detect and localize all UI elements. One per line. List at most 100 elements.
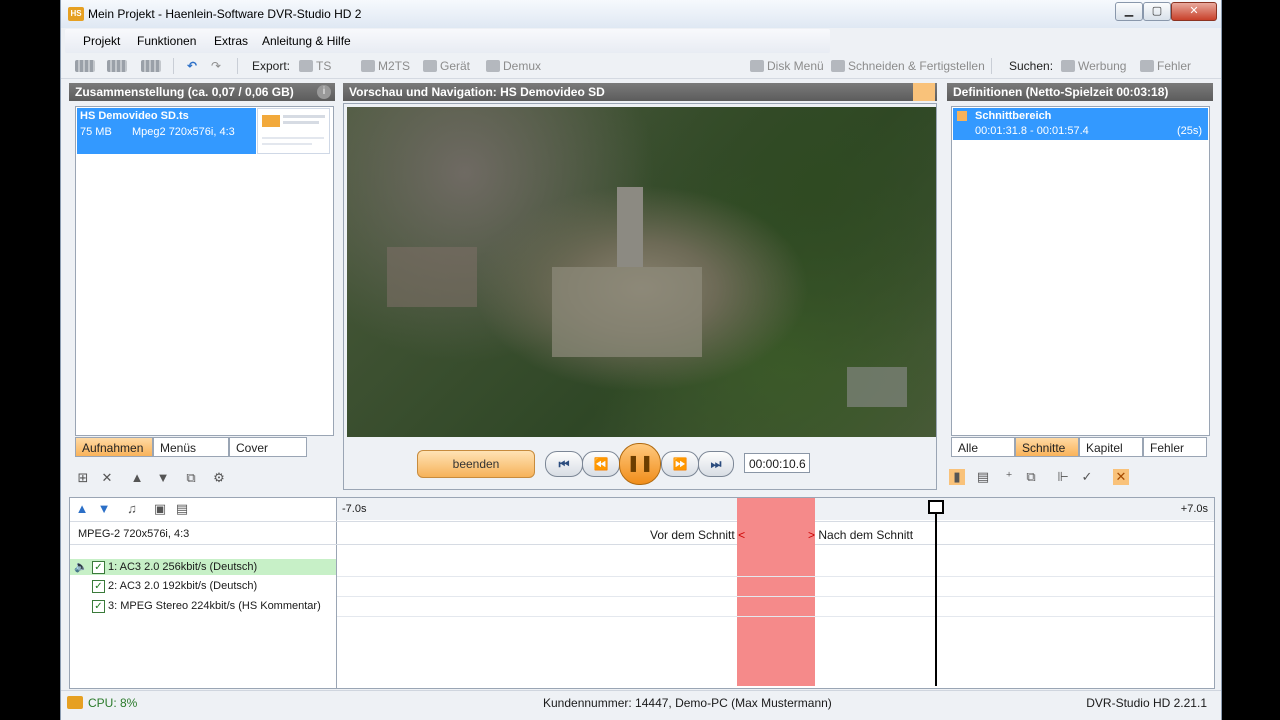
search-label: Suchen: (1009, 59, 1054, 73)
join-icon[interactable]: ⚙ (211, 470, 227, 486)
status-bar: CPU: 8% Kundennummer: 14447, Demo-PC (Ma… (61, 690, 1221, 715)
scissors-icon (831, 60, 845, 72)
search-fehler-button[interactable]: Fehler (1140, 57, 1191, 75)
tab-fehler[interactable]: Fehler (1143, 437, 1207, 457)
tab-aufnahmen[interactable]: Aufnahmen (75, 437, 153, 457)
undo-icon: ↶ (187, 59, 198, 73)
fast-forward-button[interactable]: ⏩ (661, 451, 699, 477)
definition-duration: (25s) (1176, 125, 1202, 137)
export-demux-button[interactable]: Demux (486, 57, 541, 75)
item-name: HS Demovideo SD.ts (80, 110, 189, 122)
tab-schnitte[interactable]: Schnitte (1015, 437, 1079, 457)
speaker-icon[interactable]: 🔈 (74, 560, 88, 573)
list-item-schnittbereich[interactable]: Schnittbereich 00:01:31.8 - 00:01:57.4 (… (953, 108, 1208, 140)
close-button[interactable]: ✕ (1171, 2, 1217, 21)
disk-menu-button[interactable]: Disk Menü (750, 57, 824, 75)
export-ts-button[interactable]: TS (299, 57, 331, 75)
track1-checkbox[interactable]: ✓ (92, 561, 105, 574)
tab-alle[interactable]: Alle (951, 437, 1015, 457)
before-cut-label: Vor dem Schnitt < (650, 528, 746, 542)
add-recording-icon[interactable]: ⊞ (75, 470, 91, 486)
item-thumbnail (257, 108, 330, 154)
chapter-icon[interactable]: ▤ (975, 469, 991, 485)
set-cut-icon[interactable]: ▮ (949, 469, 965, 485)
ts-icon (299, 60, 313, 72)
title-bar: HS Mein Projekt - Haenlein-Software DVR-… (61, 0, 1221, 28)
split-icon[interactable]: ⧉ (183, 470, 199, 486)
cpu-usage: CPU: 8% (88, 696, 138, 710)
warning-icon[interactable] (913, 83, 935, 101)
cut-region[interactable] (737, 498, 815, 686)
export-m2ts-button[interactable]: M2TS (361, 57, 410, 75)
audio-settings-icon[interactable]: ♫ (124, 501, 140, 517)
delete-cut-icon[interactable]: ✕ (1113, 469, 1129, 485)
preview-header: Vorschau und Navigation: HS Demovideo SD (343, 83, 937, 101)
open-project-button[interactable] (107, 57, 127, 75)
save-project-button[interactable] (141, 57, 161, 75)
audio-track-3: 3: MPEG Stereo 224kbit/s (HS Kommentar) (108, 600, 321, 612)
skip-forward-button[interactable]: ⏭ (698, 451, 734, 477)
left-panel-header: Zusammenstellung (ca. 0,07 / 0,06 GB) (69, 83, 335, 101)
up-arrow-icon[interactable]: ▲ (74, 501, 90, 517)
export-geraet-button[interactable]: Gerät (423, 57, 470, 75)
menu-anleitung-hilfe[interactable]: Anleitung & Hilfe (262, 34, 351, 48)
right-panel-header: Definitionen (Netto-Spielzeit 00:03:18) (947, 83, 1213, 101)
pause-button[interactable]: ❚❚ (619, 443, 661, 485)
tab-cover[interactable]: Cover (229, 437, 307, 457)
info-icon[interactable]: i (317, 85, 331, 99)
search-werbung-button[interactable]: Werbung (1061, 57, 1126, 75)
down-arrow-icon[interactable]: ▼ (96, 501, 112, 517)
tab-menues[interactable]: Menüs (153, 437, 229, 457)
rewind-button[interactable]: ⏪ (582, 451, 620, 477)
menu-projekt[interactable]: Projekt (83, 34, 120, 48)
item-format: Mpeg2 720x576i, 4:3 (132, 126, 235, 138)
customer-info: Kundennummer: 14447, Demo-PC (Max Muster… (543, 696, 832, 710)
list-item-demovideo[interactable]: HS Demovideo SD.ts 75 MB Mpeg2 720x576i,… (77, 108, 256, 154)
timecode-field[interactable]: 00:00:10.6 (744, 453, 810, 473)
export-label: Export: (252, 59, 291, 73)
redo-button[interactable]: ↷ (211, 57, 221, 75)
track2-checkbox[interactable]: ✓ (92, 580, 105, 593)
video-icon[interactable]: ▣ (152, 501, 168, 517)
copy-icon[interactable]: ⧉ (1023, 469, 1039, 485)
cut-marker-icon (957, 111, 967, 121)
new-project-button[interactable] (75, 57, 95, 75)
error-icon (1140, 60, 1154, 72)
device-icon (423, 60, 437, 72)
playhead-line (935, 514, 937, 686)
remove-icon[interactable]: ✕ (99, 470, 115, 486)
audio-track-1: 1: AC3 2.0 256kbit/s (Deutsch) (108, 561, 258, 573)
cut-finish-button[interactable]: Schneiden & Fertigstellen (831, 57, 985, 75)
list-view-icon[interactable]: ▤ (174, 501, 190, 517)
minimize-button[interactable]: ▁ (1115, 2, 1143, 21)
split-marker-icon[interactable]: ⊩ (1055, 469, 1071, 485)
time-left-label: -7.0s (342, 503, 367, 515)
window-title: Mein Projekt - Haenlein-Software DVR-Stu… (88, 7, 362, 21)
logo-icon (262, 115, 280, 127)
track-divider (336, 498, 337, 688)
tab-kapitel[interactable]: Kapitel (1079, 437, 1143, 457)
definition-range: 00:01:31.8 - 00:01:57.4 (975, 125, 1089, 137)
film-open-icon (107, 60, 127, 72)
add-marker-icon[interactable]: ⁺ (1001, 469, 1017, 485)
maximize-button[interactable]: ▢ (1143, 2, 1171, 21)
demux-icon (486, 60, 500, 72)
skip-back-button[interactable]: ⏮ (545, 451, 583, 477)
video-frame[interactable] (347, 107, 936, 437)
move-down-icon[interactable]: ▼ (155, 470, 171, 486)
definitions-list: Schnittbereich 00:01:31.8 - 00:01:57.4 (… (951, 106, 1210, 436)
video-track-label: MPEG-2 720x576i, 4:3 (78, 528, 190, 540)
end-button[interactable]: beenden (417, 450, 535, 478)
menu-extras[interactable]: Extras (214, 34, 248, 48)
menu-bar: Projekt Funktionen Extras Anleitung & Hi… (65, 29, 830, 53)
menu-funktionen[interactable]: Funktionen (137, 34, 196, 48)
redo-icon: ↷ (211, 59, 222, 73)
item-size: 75 MB (80, 126, 112, 138)
toolbar: ↶ ↷ Export: TS M2TS Gerät Demux Disk Men… (61, 54, 1221, 79)
undo-button[interactable]: ↶ (187, 57, 197, 75)
track3-checkbox[interactable]: ✓ (92, 600, 105, 613)
confirm-icon[interactable]: ✓ (1079, 469, 1095, 485)
playhead-handle[interactable] (928, 500, 944, 514)
audio-track-2: 2: AC3 2.0 192kbit/s (Deutsch) (108, 580, 258, 592)
move-up-icon[interactable]: ▲ (129, 470, 145, 486)
